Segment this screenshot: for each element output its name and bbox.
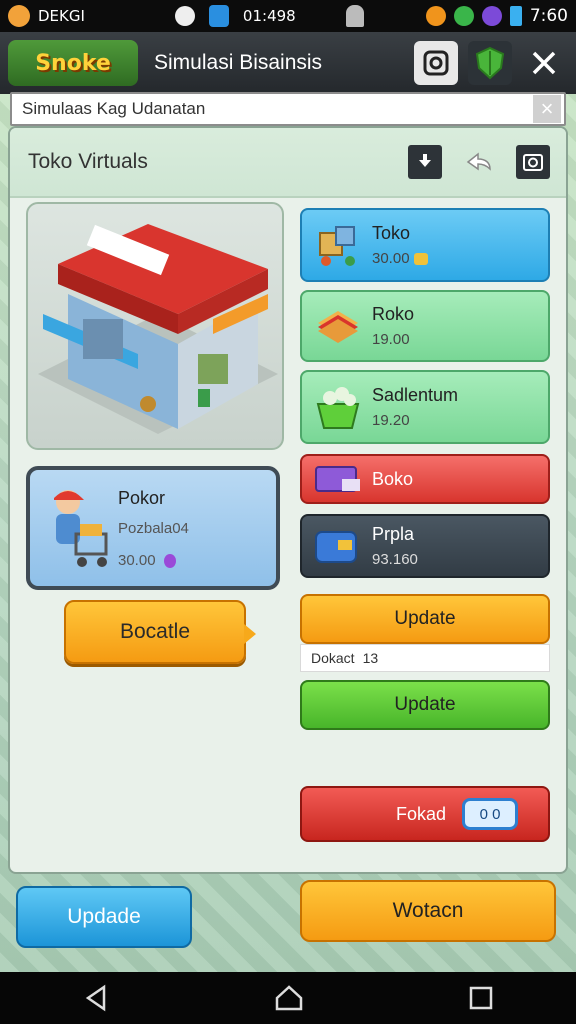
item-name: Boko xyxy=(372,468,414,489)
camera-icon xyxy=(523,154,543,171)
wotacn-button[interactable]: Wotacn xyxy=(300,880,556,942)
player-balance-value: 30.00 xyxy=(118,552,156,569)
item-price-value: 30.00 xyxy=(372,250,410,267)
player-subtitle: Pozbala04 xyxy=(118,520,189,537)
player-profile-card[interactable]: Pokor Pozbala04 30.00 xyxy=(26,466,280,590)
fokad-counter: 0 0 xyxy=(462,798,519,830)
item-prpla[interactable]: Prpla 93.160 xyxy=(300,514,550,578)
item-roko[interactable]: Roko 19.00 xyxy=(300,290,550,362)
item-toko[interactable]: Toko 30.00 xyxy=(300,208,550,282)
item-name: Prpla xyxy=(372,524,415,544)
gear-icon xyxy=(425,6,446,26)
box-icon xyxy=(310,459,366,499)
update-orange-button[interactable]: Update xyxy=(300,594,550,644)
item-name: Sadlentum xyxy=(372,385,459,405)
system-nav-bar xyxy=(0,972,576,1024)
person-icon xyxy=(345,5,364,27)
status-bar: DEKGI 01:498 7:60 xyxy=(0,0,576,32)
wallet-icon xyxy=(310,520,366,572)
item-name: Toko xyxy=(372,223,411,243)
bocatle-button[interactable]: Bocatle xyxy=(64,600,256,664)
close-icon: × xyxy=(540,96,554,121)
status-label: DEKGI xyxy=(38,7,85,25)
search-input[interactable]: Simulaas Kag Udanatan × xyxy=(10,92,566,126)
sandwich-icon xyxy=(310,300,366,352)
status-time: 01:498 xyxy=(242,7,296,25)
close-icon xyxy=(532,51,556,75)
camera-button[interactable] xyxy=(414,41,458,85)
game-logo[interactable]: Snoke xyxy=(8,40,138,86)
battery-icon xyxy=(509,6,522,26)
player-name: Pokor xyxy=(118,488,166,508)
circle-app-icon xyxy=(481,6,502,26)
item-price: 19.20 xyxy=(372,412,410,429)
clock: 7:60 xyxy=(529,6,568,26)
basket-icon xyxy=(310,381,366,433)
share-icon xyxy=(466,152,491,171)
update-green-button[interactable]: Update xyxy=(300,680,550,730)
app-title: Simulasi Bisainsis xyxy=(154,51,323,74)
pen-icon xyxy=(174,6,195,26)
panel-title: Toko Virtuals xyxy=(28,150,148,173)
home-icon[interactable] xyxy=(274,984,304,1012)
shopper-avatar-icon xyxy=(54,490,108,567)
item-sadlentum[interactable]: Sadlentum 19.20 xyxy=(300,370,550,444)
item-price: 19.00 xyxy=(372,331,410,348)
app-bar: Snoke Simulasi Bisainsis xyxy=(0,32,576,94)
shield-button[interactable] xyxy=(468,41,512,85)
sync-icon xyxy=(453,6,474,26)
camera-icon xyxy=(423,50,449,76)
close-button[interactable] xyxy=(522,41,566,85)
shield-icon xyxy=(208,5,229,27)
logo-text: Snoke xyxy=(35,50,111,76)
back-icon[interactable] xyxy=(82,984,110,1012)
shield-icon xyxy=(475,46,505,80)
share-button[interactable] xyxy=(462,145,496,179)
item-boko[interactable]: Boko xyxy=(300,454,550,504)
store-building-icon xyxy=(38,224,278,434)
screenshot-button[interactable] xyxy=(516,145,550,179)
shop-panel: Toko Virtuals Pokor Pozbala04 30.00 Boca… xyxy=(8,126,568,874)
recents-icon[interactable] xyxy=(468,985,494,1011)
search-value: Simulaas Kag Udanatan xyxy=(22,99,206,118)
order-line: Dokact 13 xyxy=(300,644,550,672)
shop-illustration xyxy=(26,202,284,450)
coin-icon xyxy=(413,253,428,266)
down-arrow-icon xyxy=(419,154,431,167)
clear-search-button[interactable]: × xyxy=(533,95,561,123)
item-price: 30.00 xyxy=(372,250,428,267)
player-balance: 30.00 xyxy=(118,552,176,569)
fokad-button[interactable]: Fokad 0 0 xyxy=(300,786,550,842)
item-price: 93.160 xyxy=(372,551,418,568)
panel-header: Toko Virtuals xyxy=(10,128,566,198)
fokad-label: Fokad xyxy=(396,803,447,824)
parcel-icon xyxy=(310,219,366,271)
order-value: 13 xyxy=(362,650,379,666)
download-button[interactable] xyxy=(408,145,442,179)
item-name: Roko xyxy=(372,304,415,324)
notification-app-icon xyxy=(8,5,30,27)
order-label: Dokact xyxy=(311,650,355,666)
updade-button[interactable]: Updade xyxy=(16,886,192,948)
coin-icon xyxy=(163,554,176,569)
